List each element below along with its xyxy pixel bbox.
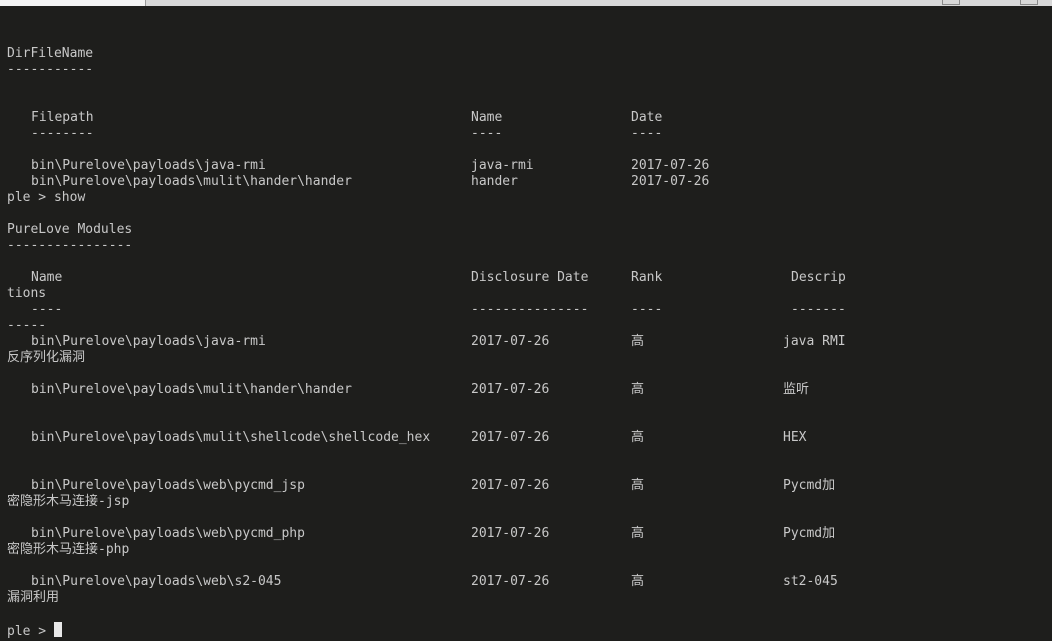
module-row-name: bin\Purelove\payloads\java-rmi [31,334,266,349]
column-dashes-rank: ---- [631,302,663,317]
module-row-description: st2-045 [783,574,838,589]
column-header-descriptions-wrap: tions [7,286,47,301]
command-prompt[interactable]: ple > [7,622,62,639]
console-output[interactable]: DirFileName ----------- Filepath Name Da… [0,6,1052,641]
module-row-description-wrap: 密隐形木马连接-php [7,542,130,557]
module-row-description: HEX [783,430,807,445]
terminal-screen: DirFileName ----------- Filepath Name Da… [0,0,1052,641]
column-header-date: Date [631,110,663,125]
module-row-name: bin\Purelove\payloads\web\s2-045 [31,574,282,589]
column-header-name: Name [471,110,503,125]
module-row-rank: 高 [631,334,645,349]
dirfile-row-date: 2017-07-26 [631,174,710,189]
modules-heading: PureLove Modules [7,222,133,237]
module-row-rank: 高 [631,430,645,445]
column-header-name: Name [31,270,63,285]
modules-underline: ---------------- [7,238,133,253]
module-row-rank: 高 [631,382,645,397]
module-row-rank: 高 [631,526,645,541]
module-row-description: Pycmd加 [783,526,836,541]
module-row-description-wrap: 密隐形木马连接-jsp [7,494,130,509]
module-row-name: bin\Purelove\payloads\mulit\shellcode\sh… [31,430,431,445]
dirfile-row-name: hander [471,174,518,189]
column-dashes-descriptions: ------- [791,302,846,317]
show-command-line: ple > show [7,190,86,205]
module-row-description-wrap: 漏洞利用 [7,590,60,605]
column-header-filepath: Filepath [31,110,94,125]
module-row-date: 2017-07-26 [471,526,550,541]
module-row-description-wrap: 反序列化漏洞 [7,350,86,365]
column-header-disclosure-date: Disclosure Date [471,270,589,285]
column-dashes-descriptions-wrap: ----- [7,318,47,333]
column-dashes-filepath: -------- [31,126,94,141]
module-row-rank: 高 [631,574,645,589]
column-dashes-date: --------------- [471,302,589,317]
module-row-name: bin\Purelove\payloads\web\pycmd_jsp [31,478,305,493]
module-row-date: 2017-07-26 [471,574,550,589]
dirfile-heading: DirFileName [7,46,94,61]
module-row-name: bin\Purelove\payloads\web\pycmd_php [31,526,305,541]
module-row-name: bin\Purelove\payloads\mulit\hander\hande… [31,382,352,397]
close-button[interactable] [1020,0,1038,5]
column-header-rank: Rank [631,270,663,285]
prompt-text: ple > [7,624,54,639]
module-row-description: Pycmd加 [783,478,836,493]
module-row-date: 2017-07-26 [471,334,550,349]
restore-button[interactable] [942,0,960,5]
text-cursor [53,622,62,637]
column-header-descriptions: Descrip [791,270,846,285]
module-row-date: 2017-07-26 [471,478,550,493]
column-dashes-name: ---- [471,126,503,141]
module-row-date: 2017-07-26 [471,382,550,397]
dirfile-row-filepath: bin\Purelove\payloads\java-rmi [31,158,266,173]
module-row-rank: 高 [631,478,645,493]
dirfile-row-name: java-rmi [471,158,534,173]
column-dashes-name: ---- [31,302,63,317]
module-row-date: 2017-07-26 [471,430,550,445]
module-row-description: 监听 [783,382,810,397]
column-dashes-date: ---- [631,126,663,141]
dirfile-underline: ----------- [7,62,94,77]
dirfile-row-filepath: bin\Purelove\payloads\mulit\hander\hande… [31,174,352,189]
module-row-description: java RMI [783,334,846,349]
dirfile-row-date: 2017-07-26 [631,158,710,173]
